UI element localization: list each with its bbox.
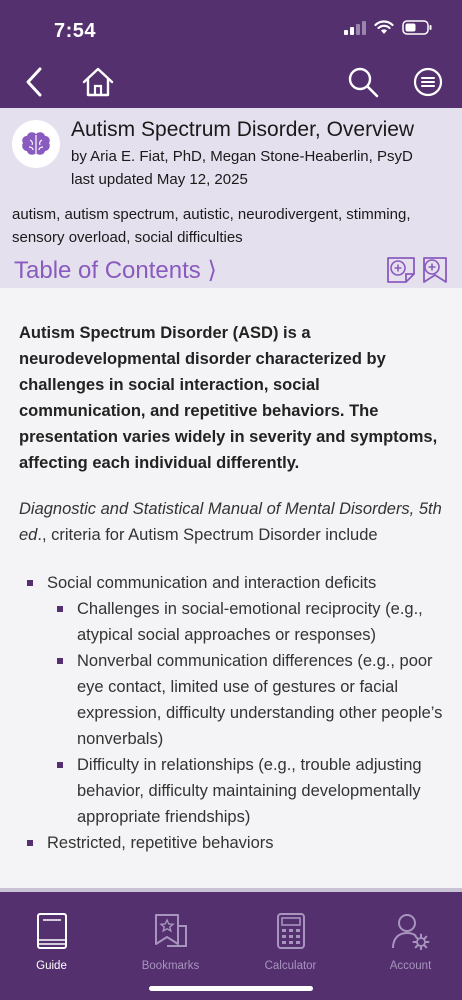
add-bookmark-icon[interactable] (420, 256, 450, 284)
list-item: Challenges in social-emotional reciproci… (47, 596, 443, 648)
back-button[interactable] (16, 64, 52, 100)
article-keywords: autism, autism spectrum, autistic, neuro… (12, 206, 411, 246)
calculator-icon (276, 913, 305, 949)
add-note-icon[interactable] (386, 256, 416, 284)
home-icon (82, 67, 114, 97)
tab-label: Guide (36, 960, 67, 972)
tab-bookmarks[interactable]: Bookmarks (113, 912, 228, 972)
list-item: Restricted, repetitive behaviors (19, 830, 443, 856)
article-header: Autism Spectrum Disorder, Overview by Ar… (0, 108, 462, 288)
search-icon (348, 67, 379, 98)
list-item: Social communication and interaction def… (19, 570, 443, 830)
status-bar: 7:54 (0, 0, 462, 58)
article-title: Autism Spectrum Disorder, Overview (71, 118, 415, 141)
tab-calculator[interactable]: Calculator (233, 912, 348, 972)
battery-icon (402, 20, 432, 35)
criterion-label: Restricted, repetitive behaviors (47, 834, 274, 852)
nav-bar (0, 58, 462, 108)
status-icons (344, 20, 432, 35)
list-item: Difficulty in relationships (e.g., troub… (47, 752, 443, 830)
tab-label: Account (389, 960, 432, 972)
list-item: Nonverbal communication differences (e.g… (47, 648, 443, 752)
back-icon (26, 67, 42, 97)
tab-label: Calculator (264, 960, 317, 972)
article-authors: by Aria E. Fiat, PhD, Megan Stone-Heaber… (71, 148, 413, 165)
search-button[interactable] (345, 64, 381, 100)
tab-bar: Guide Bookmarks Calculator Account (0, 888, 462, 1000)
book-icon (36, 913, 67, 949)
tab-account[interactable]: Account (353, 912, 462, 972)
tab-guide[interactable]: Guide (0, 912, 109, 972)
signal-icon (344, 20, 366, 35)
bookmark-icon (154, 914, 187, 947)
criteria-list: Social communication and interaction def… (19, 570, 443, 856)
topic-logo (12, 120, 60, 168)
home-button[interactable] (80, 64, 116, 100)
sub-criteria-list: Challenges in social-emotional reciproci… (47, 596, 443, 830)
status-time: 7:54 (54, 20, 97, 42)
article-body[interactable]: Autism Spectrum Disorder (ASD) is a neur… (0, 288, 462, 888)
brain-icon (22, 132, 50, 155)
menu-icon (413, 67, 443, 97)
table-of-contents-link[interactable]: Table of Contents ⟩ (14, 256, 217, 285)
tab-label: Bookmarks (141, 960, 200, 972)
menu-button[interactable] (410, 64, 446, 100)
note-actions (386, 256, 450, 284)
home-indicator[interactable] (149, 986, 313, 991)
article-updated: last updated May 12, 2025 (71, 171, 248, 188)
criteria-intro-text: ., criteria for Autism Spectrum Disorder… (37, 526, 378, 544)
criterion-label: Social communication and interaction def… (47, 574, 377, 592)
account-icon (391, 914, 429, 950)
criteria-intro: Diagnostic and Statistical Manual of Men… (19, 496, 443, 548)
wifi-icon (374, 20, 394, 34)
lead-paragraph: Autism Spectrum Disorder (ASD) is a neur… (19, 324, 438, 472)
